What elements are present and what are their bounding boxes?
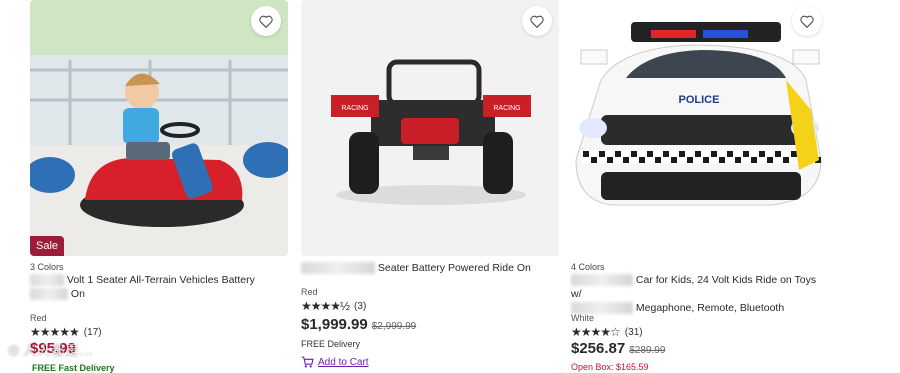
variant-label: White — [571, 313, 595, 323]
was-price: $2,999.99 — [371, 321, 417, 332]
checker-square — [791, 151, 797, 157]
rating: ★★★★★ (17) — [30, 325, 102, 339]
checker-square — [751, 157, 757, 163]
checker-square — [719, 157, 725, 163]
rating: ★★★★☆ (31) — [571, 325, 643, 339]
checker-square — [655, 157, 661, 163]
checker-square — [711, 151, 717, 157]
checker-square — [759, 151, 765, 157]
checker-square — [671, 157, 677, 163]
was-price: $289.99 — [629, 345, 666, 356]
checker-square — [639, 157, 645, 163]
price-row: $256.87 $289.99 — [571, 340, 665, 357]
checker-square — [631, 151, 637, 157]
checker-square — [623, 157, 629, 163]
checker-square — [743, 151, 749, 157]
favorite-button[interactable] — [792, 6, 822, 36]
add-to-cart-button[interactable]: Add to Cart — [301, 356, 369, 368]
checker-square — [607, 157, 613, 163]
checker-square — [687, 157, 693, 163]
redacted-text — [30, 274, 64, 287]
bumper-car-photo — [30, 0, 288, 256]
checker-square — [615, 151, 621, 157]
checker-square — [591, 157, 597, 163]
product-card-1[interactable]: Sale 3 Colors Volt 1 Seater All-Terrain … — [30, 0, 288, 373]
favorite-button[interactable] — [251, 6, 281, 36]
price: $256.87 — [571, 340, 626, 357]
heart-icon — [259, 15, 273, 28]
product-title-2[interactable]: Seater Battery Powered Ride On — [301, 261, 559, 275]
checker-square — [767, 157, 773, 163]
product-image-3[interactable]: POLICE — [571, 0, 829, 256]
checker-square — [775, 151, 781, 157]
utv-ride-on-photo: RACING RACING — [301, 0, 559, 256]
cart-icon — [301, 356, 314, 368]
product-image-1[interactable]: Sale — [30, 0, 288, 256]
product-card-3[interactable]: POLICE 4 Colors Car for Kids, 24 Volt Ki… — [571, 0, 829, 372]
open-box-price: Open Box: $165.59 — [571, 362, 649, 372]
color-count: 3 Colors — [30, 262, 64, 272]
checker-square — [783, 157, 789, 163]
product-title-1[interactable]: Volt 1 Seater All-Terrain Vehicles Batte… — [30, 273, 288, 301]
checker-square — [703, 157, 709, 163]
racing-decal: RACING — [341, 105, 368, 112]
checker-square — [735, 157, 741, 163]
watermark: ◎ 人人都是... — [8, 341, 94, 359]
price-row: $1,999.99 $2,999.99 — [301, 316, 416, 333]
watermark-logo-icon: ◎ — [8, 341, 21, 357]
star-rating-icon: ★★★★½ — [301, 299, 350, 313]
rating: ★★★★½ (3) — [301, 299, 367, 313]
product-card-2[interactable]: RACING RACING Seater Battery Powered Rid… — [301, 0, 559, 368]
heart-icon — [530, 15, 544, 28]
redacted-text — [30, 288, 68, 301]
redacted-text — [571, 274, 633, 287]
checker-square — [679, 151, 685, 157]
checker-square — [663, 151, 669, 157]
checker-square — [583, 151, 589, 157]
favorite-button[interactable] — [522, 6, 552, 36]
product-image-2[interactable]: RACING RACING — [301, 0, 559, 256]
product-title-3[interactable]: Car for Kids, 24 Volt Kids Ride on Toys … — [571, 273, 829, 315]
redacted-text — [301, 262, 375, 275]
checker-square — [647, 151, 653, 157]
sale-badge: Sale — [30, 236, 65, 256]
heart-icon — [800, 15, 814, 28]
color-count: 4 Colors — [571, 262, 605, 272]
variant-label: Red — [301, 287, 318, 297]
star-rating-icon: ★★★★☆ — [571, 325, 621, 339]
checker-square — [695, 151, 701, 157]
police-decal: POLICE — [679, 94, 720, 106]
racing-decal: RACING — [493, 105, 520, 112]
price: $1,999.99 — [301, 316, 368, 333]
star-rating-icon: ★★★★★ — [30, 325, 80, 339]
shipping-label: FREE Delivery — [301, 339, 361, 349]
checker-square — [599, 151, 605, 157]
checker-square — [727, 151, 733, 157]
police-suv-photo: POLICE — [571, 0, 829, 256]
variant-label: Red — [30, 313, 47, 323]
shipping-label: FREE Fast Delivery — [32, 363, 115, 373]
